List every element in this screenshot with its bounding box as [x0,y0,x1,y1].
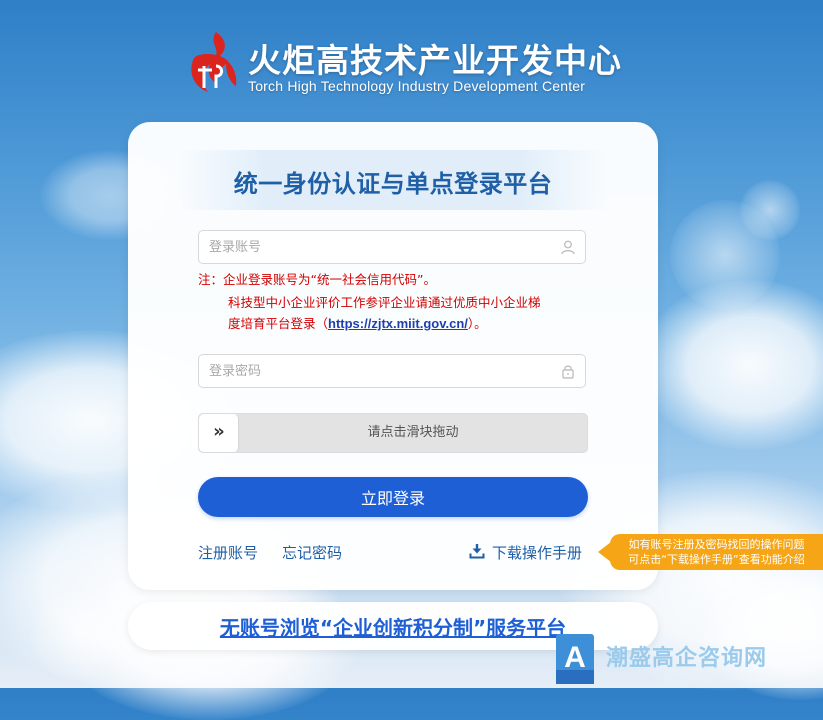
tooltip-line1: 如有账号注册及密码找回的操作问题 [628,538,805,551]
lock-icon [562,365,574,379]
watermark-logo-icon: A [556,634,594,684]
download-manual-link[interactable]: 下载操作手册 [492,542,582,563]
torch-logo-icon [191,32,237,92]
login-button[interactable]: 立即登录 [198,477,588,517]
account-note-line3: 度培育平台登录（https://zjtx.miit.gov.cn/）。 [228,312,487,335]
register-link[interactable]: 注册账号 [198,542,258,563]
user-icon [561,240,575,255]
watermark-text: 潮盛高企咨询网 [606,645,768,671]
help-tooltip: 如有账号注册及密码找回的操作问题 可点击“下载操作手册”查看功能介绍 [610,534,823,570]
account-field[interactable] [198,230,586,264]
svg-text:A: A [564,641,586,674]
forgot-password-link[interactable]: 忘记密码 [282,542,342,563]
password-field[interactable] [198,354,586,388]
watermark: A 潮盛高企咨询网 [556,630,796,686]
slider-hint: 请点击滑块拖动 [367,425,459,440]
password-input[interactable] [209,355,549,387]
login-card: 统一身份认证与单点登录平台 注：企业登录账号为“统一社会信用代码”。 科技型中小… [128,122,658,590]
note-line3-prefix: 度培育平台登录（ [228,316,329,331]
double-chevron-right-icon: » [213,421,225,442]
miit-link[interactable]: https://zjtx.miit.gov.cn/ [328,316,468,331]
download-icon[interactable] [469,543,485,559]
brand-name-en: Torch High Technology Industry Developme… [248,78,586,94]
captcha-slider[interactable]: » 请点击滑块拖动 [198,413,588,453]
brand-header: 火炬高技术产业开发中心 Torch High Technology Indust… [186,30,621,100]
account-note-line1: 注：企业登录账号为“统一社会信用代码”。 [198,272,436,287]
note-line3-suffix: ）。 [467,316,487,331]
slider-handle[interactable]: » [199,414,239,452]
account-input[interactable] [209,231,549,263]
account-note-line2: 科技型中小企业评价工作参评企业请通过优质中小企业梯 [228,295,541,310]
tooltip-line2: 可点击“下载操作手册”查看功能介绍 [628,553,805,566]
page-title: 统一身份认证与单点登录平台 [233,170,553,198]
brand-name-cn: 火炬高技术产业开发中心 [248,41,622,80]
